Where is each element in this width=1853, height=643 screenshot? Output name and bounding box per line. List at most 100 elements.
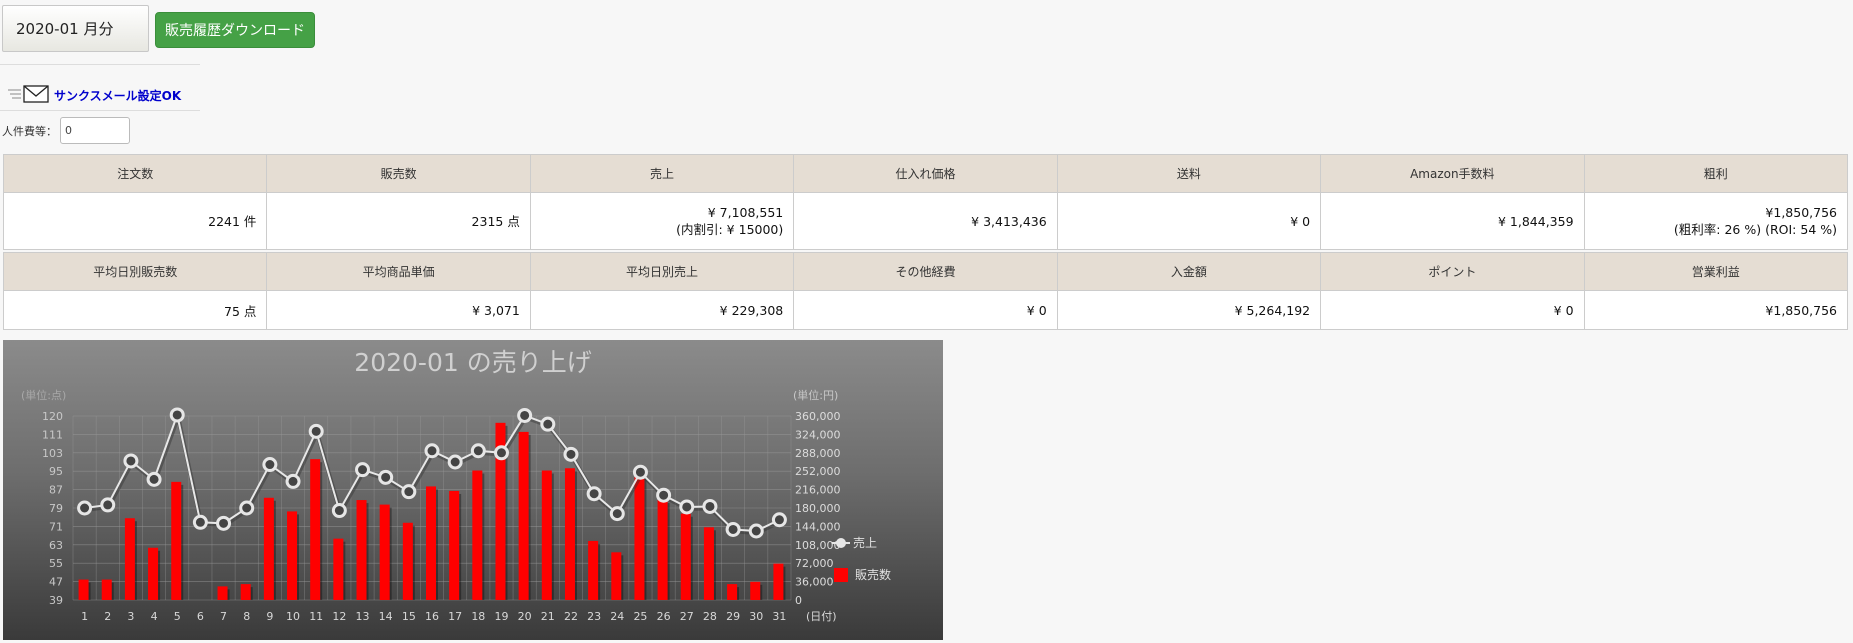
operating-profit-value: ¥1,850,756 xyxy=(1583,290,1849,330)
x-tick-label: 2 xyxy=(104,610,111,623)
thanks-mail-row: サンクスメール設定OK xyxy=(6,76,186,106)
divider xyxy=(0,64,200,65)
y-left-tick-label: 120 xyxy=(42,410,63,423)
x-tick-label: 31 xyxy=(772,610,786,623)
x-tick-label: 26 xyxy=(657,610,671,623)
mail-envelope-icon xyxy=(8,85,49,103)
line-point-revenue xyxy=(609,506,625,522)
line-point-revenue xyxy=(146,471,162,487)
x-tick-label: 21 xyxy=(541,610,555,623)
sales-count-value: 2315 点 xyxy=(266,192,531,250)
y-left-tick-label: 55 xyxy=(49,557,63,570)
line-point-revenue xyxy=(169,407,185,423)
x-tick-label: 8 xyxy=(243,610,250,623)
legend-label-sales-count: 販売数 xyxy=(855,567,891,582)
line-point-revenue xyxy=(447,454,463,470)
line-point-revenue xyxy=(632,464,648,480)
x-tick-label: 16 xyxy=(425,610,439,623)
order-count-value: 2241 件 xyxy=(2,192,268,250)
y-right-tick-label: 252,000 xyxy=(795,465,841,478)
sales-chart-svg: 2020-01 の売り上げ(単位:点) (単位:円)394755637179879… xyxy=(21,348,891,623)
x-tick-label: 7 xyxy=(220,610,227,623)
line-point-revenue xyxy=(100,497,116,513)
deposit-value: ¥ 5,264,192 xyxy=(1056,290,1322,330)
bar-sales-count xyxy=(588,540,599,600)
x-tick-label: 10 xyxy=(286,610,300,623)
line-point-revenue xyxy=(540,416,556,432)
line-point-revenue xyxy=(77,500,93,516)
line-point-revenue xyxy=(355,462,371,478)
line-point-revenue xyxy=(378,469,394,485)
line-point-revenue xyxy=(123,453,139,469)
bar-sales-count xyxy=(634,470,645,600)
x-tick-label: 14 xyxy=(379,610,393,623)
download-history-button[interactable]: 販売履歴ダウンロード xyxy=(155,12,315,48)
x-tick-label: 28 xyxy=(703,610,717,623)
x-tick-label: 15 xyxy=(402,610,416,623)
line-point-revenue xyxy=(239,500,255,516)
staff-cost-input[interactable] xyxy=(60,117,130,144)
line-point-revenue xyxy=(424,443,440,459)
bar-sales-count xyxy=(657,500,668,600)
bar-sales-count xyxy=(124,518,135,600)
bar-sales-count xyxy=(101,579,112,600)
line-point-revenue xyxy=(216,515,232,531)
bar-sales-count xyxy=(148,547,159,600)
y-right-tick-label: 216,000 xyxy=(795,484,841,497)
purchase-price-value: ¥ 3,413,436 xyxy=(793,192,1058,250)
bar-sales-count xyxy=(564,468,575,600)
y-left-tick-label: 79 xyxy=(49,502,63,515)
table-header-row: 注文数 販売数 売上 仕入れ価格 送料 Amazon手数料 粗利 xyxy=(2,154,1849,193)
x-tick-label: 30 xyxy=(749,610,763,623)
line-point-revenue xyxy=(702,498,718,514)
header-operating-profit: 営業利益 xyxy=(1583,252,1849,291)
table-row: 2241 件 2315 点 ¥ 7,108,551 (内割引: ¥ 15000) … xyxy=(2,192,1849,250)
bar-sales-count xyxy=(333,538,344,600)
y-right-tick-label: 288,000 xyxy=(795,447,841,460)
bar-sales-count xyxy=(518,431,529,600)
bar-sales-count xyxy=(356,500,367,600)
bar-sales-count xyxy=(541,470,552,600)
legend-label-revenue: 売上 xyxy=(853,535,877,550)
header-shipping: 送料 xyxy=(1056,154,1322,193)
header-other-expenses: その他経費 xyxy=(793,252,1058,291)
y-left-tick-label: 111 xyxy=(42,428,63,441)
x-tick-label: 25 xyxy=(633,610,647,623)
x-tick-label: 19 xyxy=(494,610,508,623)
table-row: 75 点 ¥ 3,071 ¥ 229,308 ¥ 0 ¥ 5,264,192 ¥… xyxy=(2,290,1849,330)
line-point-revenue xyxy=(748,523,764,539)
line-point-revenue xyxy=(656,487,672,503)
x-tick-label: 23 xyxy=(587,610,601,623)
header-gross-profit: 粗利 xyxy=(1583,154,1849,193)
bar-sales-count xyxy=(310,459,321,600)
x-tick-label: 1 xyxy=(81,610,88,623)
bar-sales-count xyxy=(727,584,738,600)
line-point-revenue xyxy=(192,514,208,530)
bar-sales-count xyxy=(773,563,784,600)
y-right-tick-label: 108,000 xyxy=(795,539,841,552)
staff-cost-label: 人件費等： xyxy=(2,124,57,138)
line-point-revenue xyxy=(725,521,741,537)
bar-sales-count xyxy=(78,579,89,600)
y-right-tick-label: 72,000 xyxy=(795,557,834,570)
bar-sales-count xyxy=(426,486,436,600)
summary-table-2: 平均日別販売数 平均商品単価 平均日別売上 その他経費 入金額 ポイント 営業利… xyxy=(2,252,1849,330)
bar-sales-count xyxy=(287,511,298,600)
line-point-revenue xyxy=(517,407,533,423)
line-point-revenue xyxy=(586,486,602,502)
table-header-row: 平均日別販売数 平均商品単価 平均日別売上 その他経費 入金額 ポイント 営業利… xyxy=(2,252,1849,291)
bar-sales-count xyxy=(680,513,691,600)
bar-sales-count xyxy=(379,504,390,600)
avg-daily-revenue-value: ¥ 229,308 xyxy=(529,290,795,330)
bar-sales-count xyxy=(750,581,761,600)
avg-daily-sales-value: 75 点 xyxy=(2,290,268,330)
x-tick-label: 17 xyxy=(448,610,462,623)
bar-sales-count xyxy=(472,470,483,600)
header-avg-daily-revenue: 平均日別売上 xyxy=(529,252,795,291)
x-tick-label: 24 xyxy=(610,610,624,623)
thanks-mail-link[interactable]: サンクスメール設定OK xyxy=(54,87,181,106)
month-select[interactable]: 2020-01 月分 xyxy=(2,5,149,52)
sales-chart: 2020-01 の売り上げ (単位:点) (単位:円) 39 47 55 63 71 79 87 9… xyxy=(3,340,943,640)
y-right-tick-label: 144,000 xyxy=(795,520,841,533)
x-tick-label: 9 xyxy=(266,610,273,623)
